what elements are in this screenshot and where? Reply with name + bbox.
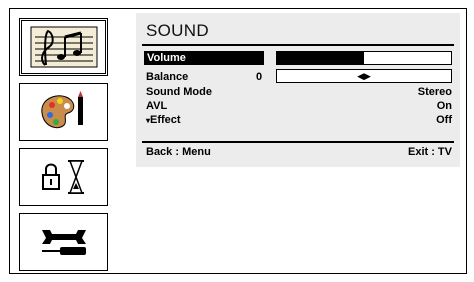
menu-item-volume[interactable]: Volume (144, 51, 264, 65)
menu-item-effect[interactable]: ▾Effect Off (144, 113, 456, 127)
menu-item-value: Off (436, 114, 452, 126)
sidebar-item-features[interactable] (19, 148, 108, 206)
menu-item-value: On (436, 100, 452, 112)
volume-level-fill (277, 52, 364, 64)
menu-item-avl[interactable]: AVL On (144, 99, 456, 113)
volume-slider[interactable] (276, 51, 452, 65)
category-sidebar (9, 8, 119, 274)
music-notes-icon (30, 26, 97, 68)
exit-hint: Exit : TV (407, 146, 452, 158)
balance-slider[interactable]: ◀▶ (276, 69, 452, 83)
menu-item-label: Volume (147, 52, 186, 64)
menu-item-label: AVL (146, 100, 168, 112)
menu-item-label: Balance (146, 71, 189, 83)
sidebar-item-sound[interactable] (19, 18, 108, 76)
wrench-screwdriver-icon (41, 230, 86, 255)
title-divider (142, 44, 454, 46)
footer-divider (142, 141, 454, 143)
menu-title: SOUND (146, 21, 209, 40)
menu-footer: Back : Menu Exit : TV (144, 146, 456, 160)
menu-item-sound-mode[interactable]: Sound Mode Stereo (144, 85, 456, 99)
left-right-arrows-icon: ◀▶ (357, 71, 371, 81)
menu-item-label-group: ▾Effect (146, 113, 181, 128)
paint-palette-icon (40, 91, 83, 129)
menu-item-label: Effect (150, 114, 181, 126)
sidebar-item-picture[interactable] (19, 83, 108, 141)
balance-value: 0 (256, 71, 263, 83)
sidebar-item-install[interactable] (19, 213, 108, 271)
menu-item-label: Sound Mode (146, 86, 212, 98)
sound-menu-panel: SOUND Volume Balance 0 ◀▶ Sound Mode Ste… (136, 13, 460, 167)
back-hint: Back : Menu (146, 146, 211, 158)
lock-timer-icon (41, 160, 84, 194)
menu-item-value: Stereo (417, 86, 452, 98)
